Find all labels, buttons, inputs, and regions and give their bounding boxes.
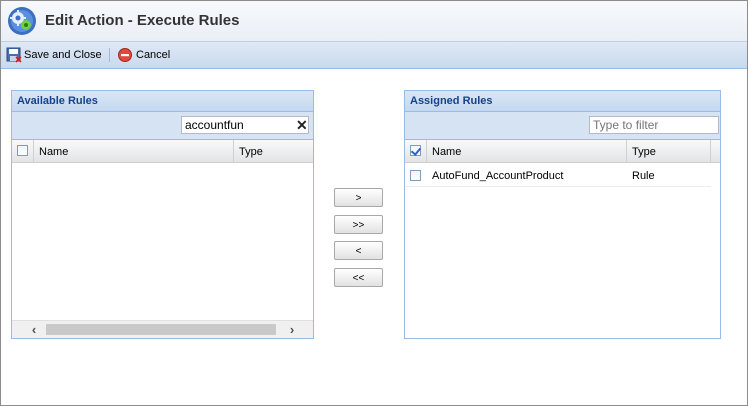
scrollbar-thumb[interactable] [46,324,276,335]
table-row[interactable]: AutoFund_AccountProduct Rule [405,164,711,187]
available-filter-input[interactable] [181,116,309,134]
available-name-column-header[interactable]: Name [34,140,234,162]
scroll-left-icon[interactable]: ‹ [26,322,42,337]
available-grid-header: Name Type [12,140,313,163]
save-and-close-button[interactable]: Save and Close [6,47,102,63]
row-checkbox[interactable] [410,170,421,181]
remove-all-button[interactable]: << [334,268,383,287]
available-rules-title: Available Rules [17,95,98,107]
available-type-column-header[interactable]: Type [234,140,313,162]
available-grid-body [12,163,313,320]
window-title: Edit Action - Execute Rules [45,12,240,29]
assigned-rules-panel: Assigned Rules Name Type AutoFund_Accoun… [404,90,721,339]
assigned-grid-header: Name Type [405,140,720,163]
save-and-close-label: Save and Close [24,49,102,61]
cancel-label: Cancel [136,49,171,61]
title-bar: Edit Action - Execute Rules [1,1,747,42]
edit-action-window: Edit Action - Execute Rules Save and Clo… [0,0,748,406]
available-rules-panel: Available Rules ✕ Name Type ‹ › [11,90,314,339]
save-icon [6,47,22,63]
rule-type-cell: Rule [632,170,655,182]
assigned-select-all-checkbox[interactable] [410,145,421,156]
cancel-button[interactable]: Cancel [118,47,170,63]
available-horizontal-scrollbar[interactable]: ‹ › [12,320,313,338]
toolbar: Save and Close Cancel [1,42,747,69]
assigned-filter-input[interactable] [589,116,719,134]
available-select-all-cell [12,140,34,162]
scroll-right-icon[interactable]: › [284,322,300,337]
rule-name-cell: AutoFund_AccountProduct [432,170,564,182]
remove-selected-button[interactable]: < [334,241,383,260]
add-all-button[interactable]: >> [334,215,383,234]
assigned-select-all-cell [405,140,427,162]
clear-filter-icon[interactable]: ✕ [296,118,308,132]
assigned-name-column-header[interactable]: Name [427,140,627,162]
available-filter-bar: ✕ [12,112,313,140]
cancel-icon [118,48,132,62]
assigned-filter-bar [405,112,720,140]
available-rules-header: Available Rules [12,91,313,112]
assigned-rules-title: Assigned Rules [410,95,493,107]
assigned-type-column-header[interactable]: Type [627,140,711,162]
available-select-all-checkbox[interactable] [17,145,28,156]
add-selected-button[interactable]: > [334,188,383,207]
toolbar-separator [109,48,110,62]
assigned-rules-header: Assigned Rules [405,91,720,112]
gears-icon [8,7,36,35]
